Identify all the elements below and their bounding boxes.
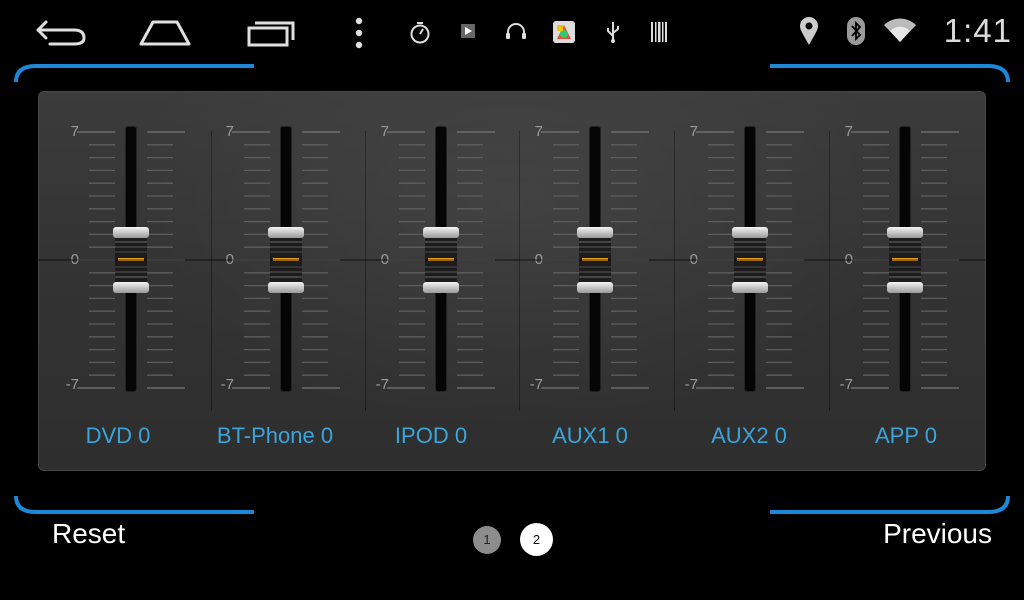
channel-label-app: APP 0 (875, 423, 937, 448)
menu-icon[interactable] (352, 16, 366, 50)
slider-track[interactable] (900, 127, 910, 391)
channel-label-aux2: AUX2 0 (711, 423, 787, 448)
home-icon[interactable] (138, 16, 192, 48)
slider-track[interactable] (436, 127, 446, 391)
channel-separator (674, 131, 675, 411)
channel-separator (211, 131, 212, 411)
slider-knob[interactable] (267, 227, 305, 293)
scale-label-mid: 0 (534, 251, 543, 268)
status-bar: 1:41 (0, 0, 1024, 62)
slider-track[interactable] (745, 127, 755, 391)
scale-label-mid: 0 (380, 251, 389, 268)
slider-knob[interactable] (422, 227, 460, 293)
channel-separator (365, 131, 366, 411)
channel-separator (829, 131, 830, 411)
channel-label-dvd: DVD 0 (85, 423, 151, 448)
scale-label-min: -7 (220, 376, 234, 393)
scale-label-max: 7 (225, 123, 234, 140)
scale-label-max: 7 (70, 123, 79, 140)
slider-knob[interactable] (886, 227, 924, 293)
bluetooth-icon (847, 17, 865, 45)
video-icon (461, 24, 475, 38)
slider-knob[interactable] (112, 227, 150, 293)
scale-label-max: 7 (534, 123, 543, 140)
page-indicator-1[interactable]: 1 (473, 526, 501, 554)
scale-label-mid: 0 (70, 251, 79, 268)
scale-label-mid: 0 (689, 251, 698, 268)
equalizer-panel: 7 0 -7 DVD 0 7 0 -7 BT-Phone 0 7 0 -7 IPOD 0 7 0 -7 AUX… (38, 91, 986, 471)
usb-icon (607, 22, 619, 43)
reset-button[interactable]: Reset (52, 518, 125, 550)
timer-icon (410, 22, 430, 44)
barcode-icon (651, 22, 667, 42)
scale-label-max: 7 (380, 123, 389, 140)
slider-knob[interactable] (576, 227, 614, 293)
slider-track[interactable] (126, 127, 136, 391)
wifi-icon (884, 18, 916, 42)
channel-label-aux1: AUX1 0 (552, 423, 628, 448)
slider-track[interactable] (590, 127, 600, 391)
accent-top-left (14, 64, 254, 83)
scale-label-mid: 0 (225, 251, 234, 268)
accent-top-right (770, 64, 1010, 83)
accent-bottom-left (14, 495, 254, 514)
slider-track[interactable] (281, 127, 291, 391)
scale-label-min: -7 (684, 376, 698, 393)
headset-icon (506, 23, 526, 39)
scale-label-min: -7 (839, 376, 853, 393)
scale-label-max: 7 (689, 123, 698, 140)
back-icon[interactable] (34, 14, 90, 50)
slider-knob[interactable] (731, 227, 769, 293)
location-icon (800, 17, 818, 45)
scale-label-min: -7 (529, 376, 543, 393)
scale-label-min: -7 (375, 376, 389, 393)
channel-separator (519, 131, 520, 411)
clock: 1:41 (943, 12, 1012, 49)
channel-label-ipod: IPOD 0 (394, 423, 468, 448)
recent-apps-icon[interactable] (246, 16, 296, 48)
accent-bottom-right (770, 495, 1010, 514)
scale-label-mid: 0 (844, 251, 853, 268)
scale-label-min: -7 (65, 376, 79, 393)
app-icon (553, 21, 575, 43)
channel-label-bt-phone: BT-Phone 0 (216, 423, 334, 448)
scale-label-max: 7 (844, 123, 853, 140)
previous-button[interactable]: Previous (883, 518, 992, 550)
page-indicator-2[interactable]: 2 (520, 523, 553, 556)
